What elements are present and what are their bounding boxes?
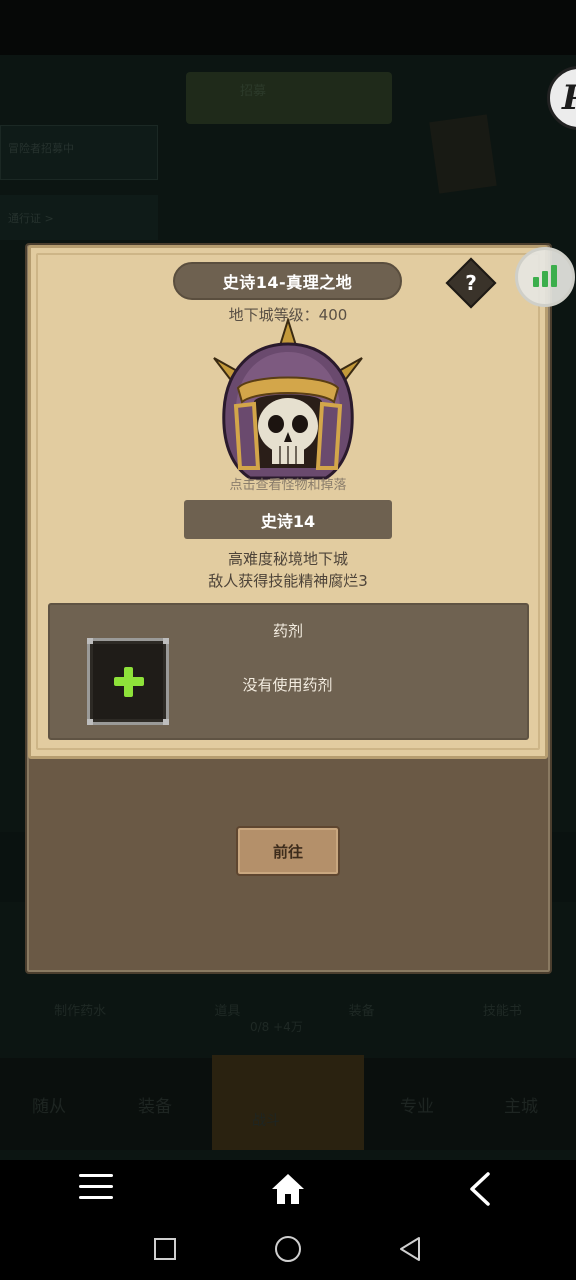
slot-corner: [87, 719, 93, 725]
background-mid-label: 道具: [214, 1004, 241, 1019]
home-circle-icon[interactable]: [275, 1236, 301, 1262]
background-left-panel-text: 冒险者招募中: [8, 142, 74, 155]
background-mid-label: 制作药水: [54, 1004, 107, 1019]
go-button-label: 前往: [272, 842, 303, 861]
background-mid-label: 技能书: [482, 1004, 522, 1019]
skull-helmet-boss-icon[interactable]: [210, 318, 366, 490]
dungeon-modifier: 敌人获得技能精神腐烂3: [208, 572, 368, 590]
dungeon-title: 史诗14-真理之地: [222, 273, 353, 292]
potion-status: 没有使用药剂: [242, 676, 333, 694]
badge-letter: P: [562, 78, 576, 118]
dungeon-description: 高难度秘境地下城: [227, 550, 348, 568]
background-mid-sub: 0/8 +4万: [250, 1020, 303, 1034]
dungeon-title-plate: 史诗14-真理之地: [173, 262, 402, 300]
bar-chart-icon[interactable]: [515, 247, 575, 307]
recent-apps-icon[interactable]: [154, 1238, 176, 1260]
slot-corner: [163, 719, 169, 725]
boss-hint-text[interactable]: 点击查看怪物和掉落: [0, 474, 576, 493]
background-recruit-label: 招募: [240, 84, 267, 99]
dungeon-name-plate: 史诗14: [184, 500, 392, 539]
background-mid-label: 装备: [348, 1004, 375, 1019]
slot-corner: [163, 638, 169, 644]
background-bottom-label: 装备: [138, 1097, 172, 1117]
back-triangle-icon[interactable]: [398, 1236, 422, 1262]
background-bottom-label: 战斗: [252, 1113, 280, 1129]
help-icon[interactable]: ?: [453, 265, 489, 301]
background-card: [429, 114, 497, 194]
home-icon[interactable]: [270, 1171, 306, 1207]
background-bottom-label: 随从: [32, 1097, 66, 1117]
potion-slot[interactable]: [87, 638, 169, 725]
dungeon-name: 史诗14: [260, 511, 316, 531]
background-bottom-label: 专业: [400, 1097, 434, 1117]
background-left-panel-2-text: 通行证 >: [8, 212, 54, 225]
slot-corner: [87, 638, 93, 644]
menu-icon[interactable]: [79, 1174, 113, 1204]
background-recruit-button: [186, 72, 392, 124]
game-screen: 招募 冒险者招募中 通行证 > 制作药水 道具 装备 技能书 0/8 +4万 随…: [0, 0, 576, 1280]
background-battle-tab: [212, 1055, 364, 1150]
plus-icon-vertical: [124, 667, 133, 697]
back-icon[interactable]: [466, 1171, 494, 1207]
go-button[interactable]: 前往: [236, 826, 340, 876]
background-mid-labels: 制作药水 道具 装备 技能书: [0, 1000, 576, 1019]
background-bottom-label: 主城: [504, 1097, 538, 1117]
